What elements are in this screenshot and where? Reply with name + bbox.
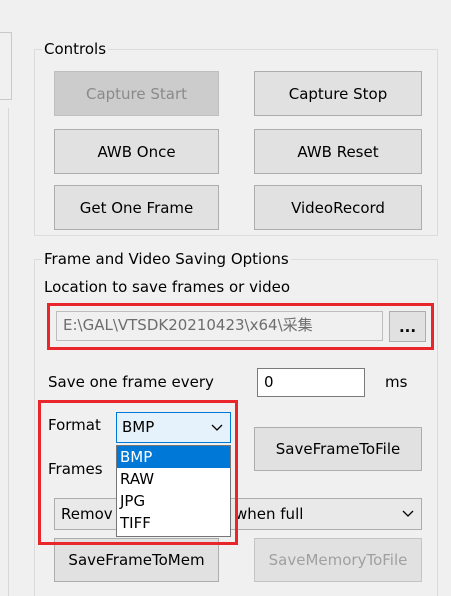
format-highlight: [38, 400, 238, 545]
awb-once-button[interactable]: AWB Once: [54, 129, 219, 174]
save-memory-to-file-button[interactable]: SaveMemoryToFile: [254, 538, 422, 582]
save-every-label: Save one frame every: [48, 373, 214, 391]
get-one-frame-button[interactable]: Get One Frame: [54, 185, 219, 230]
interval-unit-label: ms: [385, 373, 408, 391]
saving-options-legend: Frame and Video Saving Options: [42, 250, 291, 268]
save-path-field[interactable]: E:\GAL\VTSDK20210423\x64\采集: [56, 311, 383, 341]
chevron-down-icon: [402, 499, 414, 529]
video-record-button[interactable]: VideoRecord: [254, 185, 422, 230]
awb-reset-button[interactable]: AWB Reset: [254, 129, 422, 174]
controls-legend: Controls: [42, 40, 109, 58]
frames-mode-right-text: when full: [235, 505, 304, 523]
location-legend: Location to save frames or video: [42, 278, 293, 296]
browse-button[interactable]: ...: [389, 311, 426, 342]
save-frame-to-file-button[interactable]: SaveFrameToFile: [254, 427, 422, 471]
capture-stop-button[interactable]: Capture Stop: [254, 71, 422, 116]
left-panel-edge: [0, 32, 12, 100]
capture-start-button[interactable]: Capture Start: [54, 71, 219, 116]
interval-input[interactable]: 0: [257, 368, 365, 397]
left-panel-divider: [8, 108, 9, 596]
